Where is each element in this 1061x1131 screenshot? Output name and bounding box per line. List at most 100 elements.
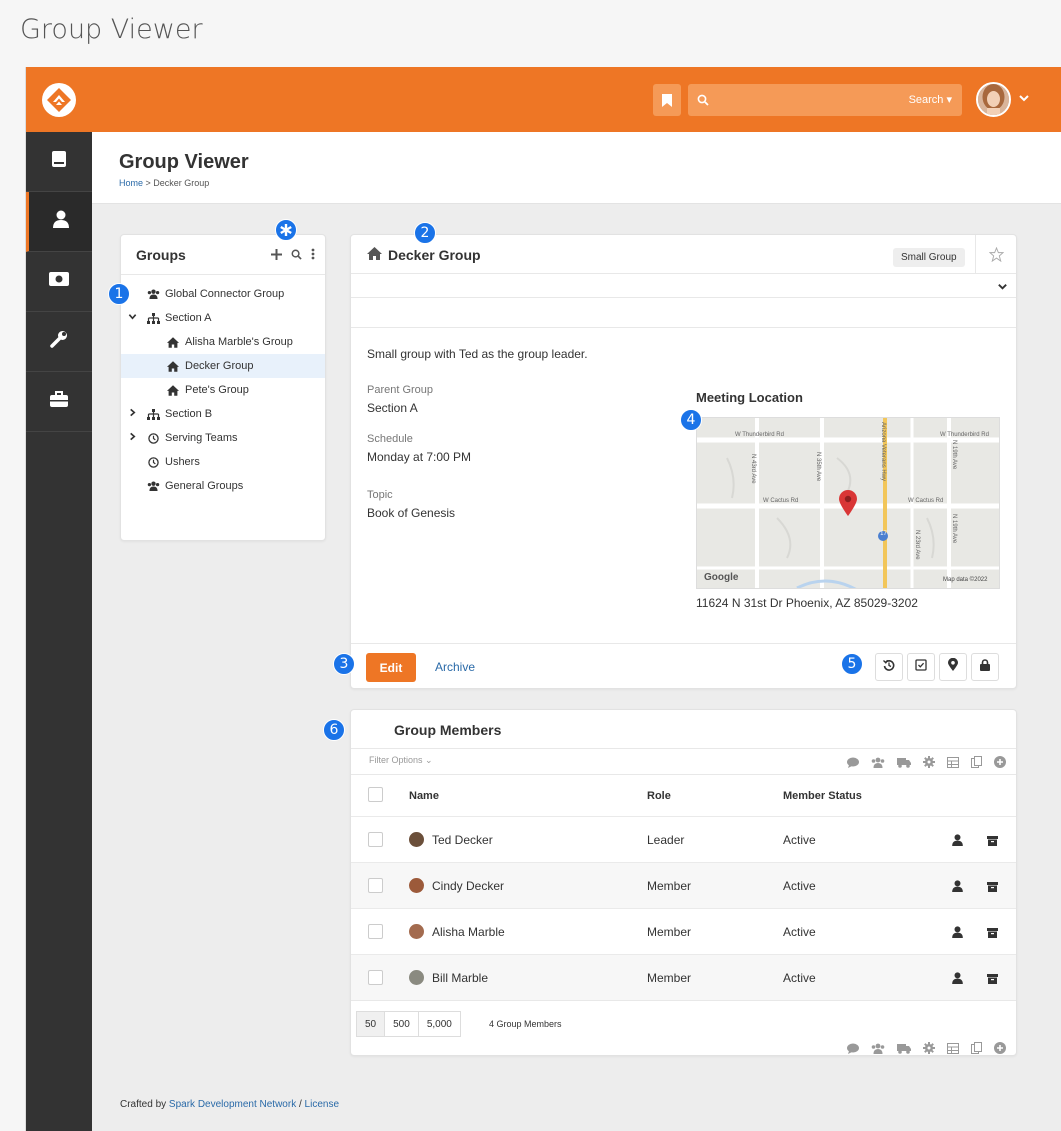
person-profile-icon[interactable] [952,925,963,943]
sidebar-item-people[interactable] [26,192,92,252]
page-size-selector: 50 500 5,000 [356,1011,461,1037]
group-detail-title: Decker Group [367,247,481,263]
archive-icon[interactable] [987,971,998,989]
map-road-label: W Thunderbird Rd [735,432,784,438]
tree-item[interactable]: Alisha Marble's Group [121,330,325,354]
page-caption: Group Viewer [20,14,203,45]
add-circle-icon[interactable] [994,1041,1006,1059]
row-checkbox[interactable] [368,970,383,985]
page-size-option[interactable]: 50 [356,1011,386,1037]
column-header-member-status[interactable]: Member Status [783,790,862,802]
tree-item[interactable]: Section A [121,306,325,330]
sidebar-item-content[interactable] [26,132,92,192]
add-circle-icon[interactable] [994,755,1006,773]
tree-item[interactable]: Pete's Group [121,378,325,402]
money-icon [49,272,69,291]
edit-button[interactable]: Edit [366,653,416,682]
tree-item[interactable]: Global Connector Group [121,282,325,306]
chevron-down-icon[interactable] [128,312,137,324]
sidebar-item-admin[interactable] [26,372,92,432]
add-icon[interactable] [271,247,282,265]
history-button[interactable] [875,653,903,681]
table-row[interactable]: Cindy Decker Member Active [351,862,1016,908]
group-type-badge: Small Group [893,248,965,267]
page-size-option[interactable]: 500 [384,1011,419,1037]
sidebar-item-finance[interactable] [26,252,92,312]
tree-item[interactable]: Serving Teams [121,426,325,450]
location-map[interactable]: W Thunderbird Rd W Thunderbird Rd W Cact… [696,417,1000,589]
map-road-label: N 19th Ave [951,440,957,470]
bulk-update-icon[interactable] [897,1041,911,1059]
archive-icon[interactable] [987,833,998,851]
member-name-cell: Cindy Decker [409,878,504,893]
export-excel-icon[interactable] [947,755,959,773]
communicate-icon[interactable] [847,755,859,773]
breadcrumb-home[interactable]: Home [119,178,143,188]
security-button[interactable] [971,653,999,681]
column-header-role[interactable]: Role [647,790,671,802]
tree-item-label: Global Connector Group [165,288,285,300]
row-checkbox[interactable] [368,924,383,939]
book-icon [51,150,67,173]
settings-icon[interactable] [923,755,935,773]
sidebar-item-tools[interactable] [26,312,92,372]
row-checkbox[interactable] [368,832,383,847]
table-row[interactable]: Ted Decker Leader Active [351,816,1016,862]
topic-label: Topic [367,489,393,501]
merge-template-icon[interactable] [971,755,982,773]
merge-people-icon[interactable] [871,755,885,773]
chevron-right-icon[interactable] [128,432,137,444]
archive-button[interactable]: Archive [435,660,475,674]
chevron-right-icon[interactable] [128,408,137,420]
attendance-button[interactable] [907,653,935,681]
chevron-down-icon[interactable] [997,279,1008,297]
map-road-label: N 35th Ave [815,452,821,482]
merge-people-icon[interactable] [871,1041,885,1059]
tree-item[interactable]: Section B [121,402,325,426]
rock-logo-icon[interactable] [42,83,76,117]
footer-link-license[interactable]: License [305,1099,339,1110]
search-input[interactable] [716,88,886,112]
clock-icon [146,432,160,444]
communicate-icon[interactable] [847,1041,859,1059]
select-all-checkbox[interactable] [368,787,383,802]
more-options-icon[interactable] [311,247,315,265]
tree-item[interactable]: General Groups [121,474,325,498]
person-profile-icon[interactable] [952,971,963,989]
map-button[interactable] [939,653,967,681]
search-icon[interactable] [291,247,302,265]
divider [351,643,1016,644]
meeting-address: 11624 N 31st Dr Phoenix, AZ 85029-3202 [696,596,918,610]
tree-item[interactable]: Decker Group [121,354,325,378]
table-row[interactable]: Alisha Marble Member Active [351,908,1016,954]
filter-options-toggle[interactable]: Filter Options ⌄ [369,755,433,766]
divider [351,273,1016,274]
archive-icon[interactable] [987,925,998,943]
chevron-down-icon[interactable] [1018,91,1030,109]
footer-link-spark[interactable]: Spark Development Network [169,1099,296,1110]
bulk-update-icon[interactable] [897,755,911,773]
star-icon[interactable] [975,235,1017,273]
meeting-location-title: Meeting Location [696,390,803,405]
member-role: Member [647,925,692,939]
export-excel-icon[interactable] [947,1041,959,1059]
archive-icon[interactable] [987,879,998,897]
merge-template-icon[interactable] [971,1041,982,1059]
breadcrumb-current: Decker Group [153,178,210,188]
table-row[interactable]: Bill Marble Member Active [351,954,1016,1000]
avatar [409,878,424,893]
page-size-option[interactable]: 5,000 [417,1011,461,1037]
breadcrumb: Home > Decker Group [119,178,209,188]
settings-icon[interactable] [923,1041,935,1059]
person-profile-icon[interactable] [952,879,963,897]
tree-item[interactable]: Ushers [121,450,325,474]
bookmark-icon[interactable] [653,84,681,116]
column-header-name[interactable]: Name [409,790,439,802]
search-type-dropdown[interactable]: Search ▾ [909,93,952,106]
row-checkbox[interactable] [368,878,383,893]
users-icon [146,289,160,299]
member-count: 4 Group Members [489,1019,562,1029]
person-profile-icon[interactable] [952,833,963,851]
avatar[interactable] [976,82,1011,117]
avatar [409,832,424,847]
